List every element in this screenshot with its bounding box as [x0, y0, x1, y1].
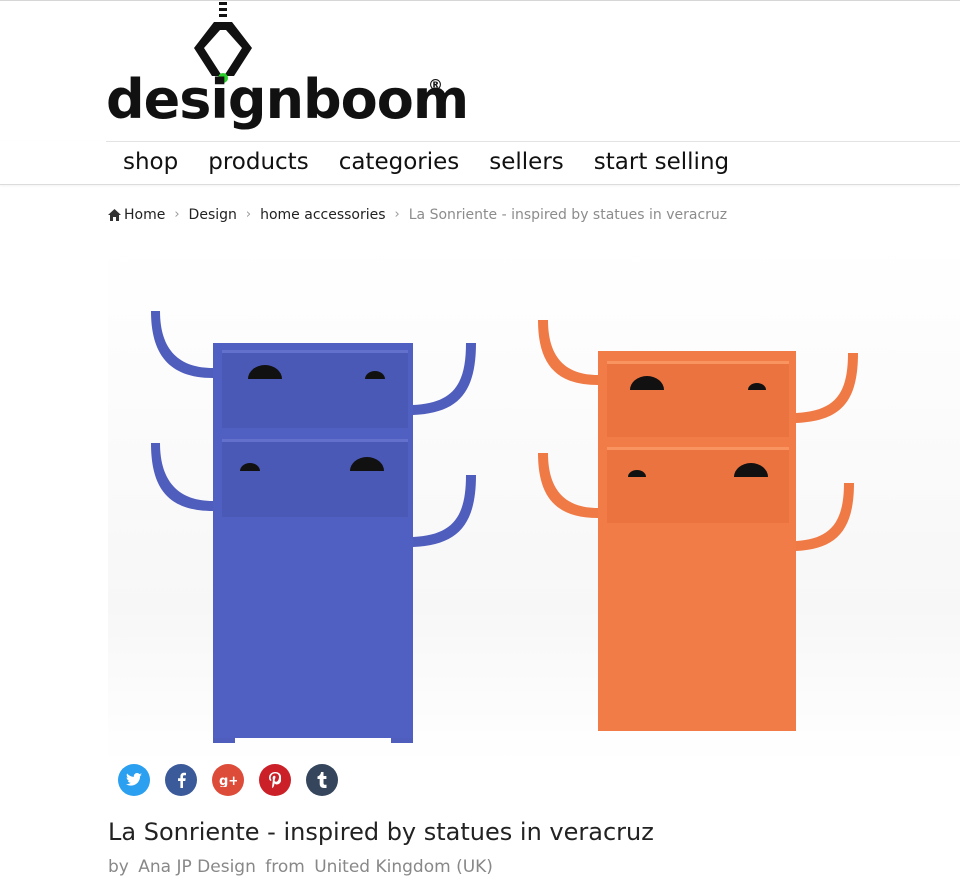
- registered-mark: ®: [428, 76, 443, 94]
- product-byline: by Ana JP Design from United Kingdom (UK…: [108, 856, 497, 878]
- breadcrumb-separator: ›: [394, 207, 400, 222]
- nav-item-start-selling[interactable]: start selling: [579, 146, 744, 178]
- twitter-share-button[interactable]: [118, 764, 150, 796]
- home-icon: [108, 209, 121, 221]
- designboom-logo[interactable]: designboom ®: [106, 0, 469, 135]
- facebook-share-button[interactable]: [165, 764, 197, 796]
- twitter-icon: [126, 773, 142, 786]
- google-plus-icon: g+: [219, 774, 237, 787]
- breadcrumb: Home › Design › home accessories › La So…: [108, 205, 727, 225]
- designer-link[interactable]: Ana JP Design: [138, 857, 256, 877]
- tumblr-share-button[interactable]: [306, 764, 338, 796]
- svg-text:g+: g+: [219, 774, 237, 787]
- nav-item-categories[interactable]: categories: [324, 146, 475, 178]
- from-label: from: [265, 857, 305, 877]
- breadcrumb-home[interactable]: Home: [124, 205, 165, 225]
- logo-wordmark: designboom: [106, 68, 469, 131]
- nav-item-shop[interactable]: shop: [108, 146, 193, 178]
- breadcrumb-separator: ›: [174, 207, 180, 222]
- product-image[interactable]: [108, 243, 960, 763]
- breadcrumb-home-accessories[interactable]: home accessories: [260, 205, 385, 225]
- main-navigation: shop products categories sellers start s…: [0, 141, 960, 185]
- breadcrumb-design[interactable]: Design: [189, 205, 237, 225]
- product-title: La Sonriente - inspired by statues in ve…: [108, 818, 654, 846]
- nav-item-products[interactable]: products: [193, 146, 323, 178]
- tumblr-icon: [317, 772, 327, 788]
- breadcrumb-separator: ›: [245, 207, 252, 222]
- facebook-icon: [177, 772, 186, 788]
- nav-item-sellers[interactable]: sellers: [474, 146, 579, 178]
- share-buttons: g+: [118, 764, 353, 796]
- breadcrumb-current: La Sonriente - inspired by statues in ve…: [408, 207, 728, 223]
- pinterest-icon: [269, 772, 281, 788]
- by-label: by: [108, 857, 129, 877]
- google-plus-share-button[interactable]: g+: [212, 764, 244, 796]
- nav-menu: shop products categories sellers start s…: [108, 146, 744, 178]
- country-link[interactable]: United Kingdom (UK): [314, 857, 493, 877]
- pinterest-share-button[interactable]: [259, 764, 291, 796]
- nav-divider: [106, 141, 960, 142]
